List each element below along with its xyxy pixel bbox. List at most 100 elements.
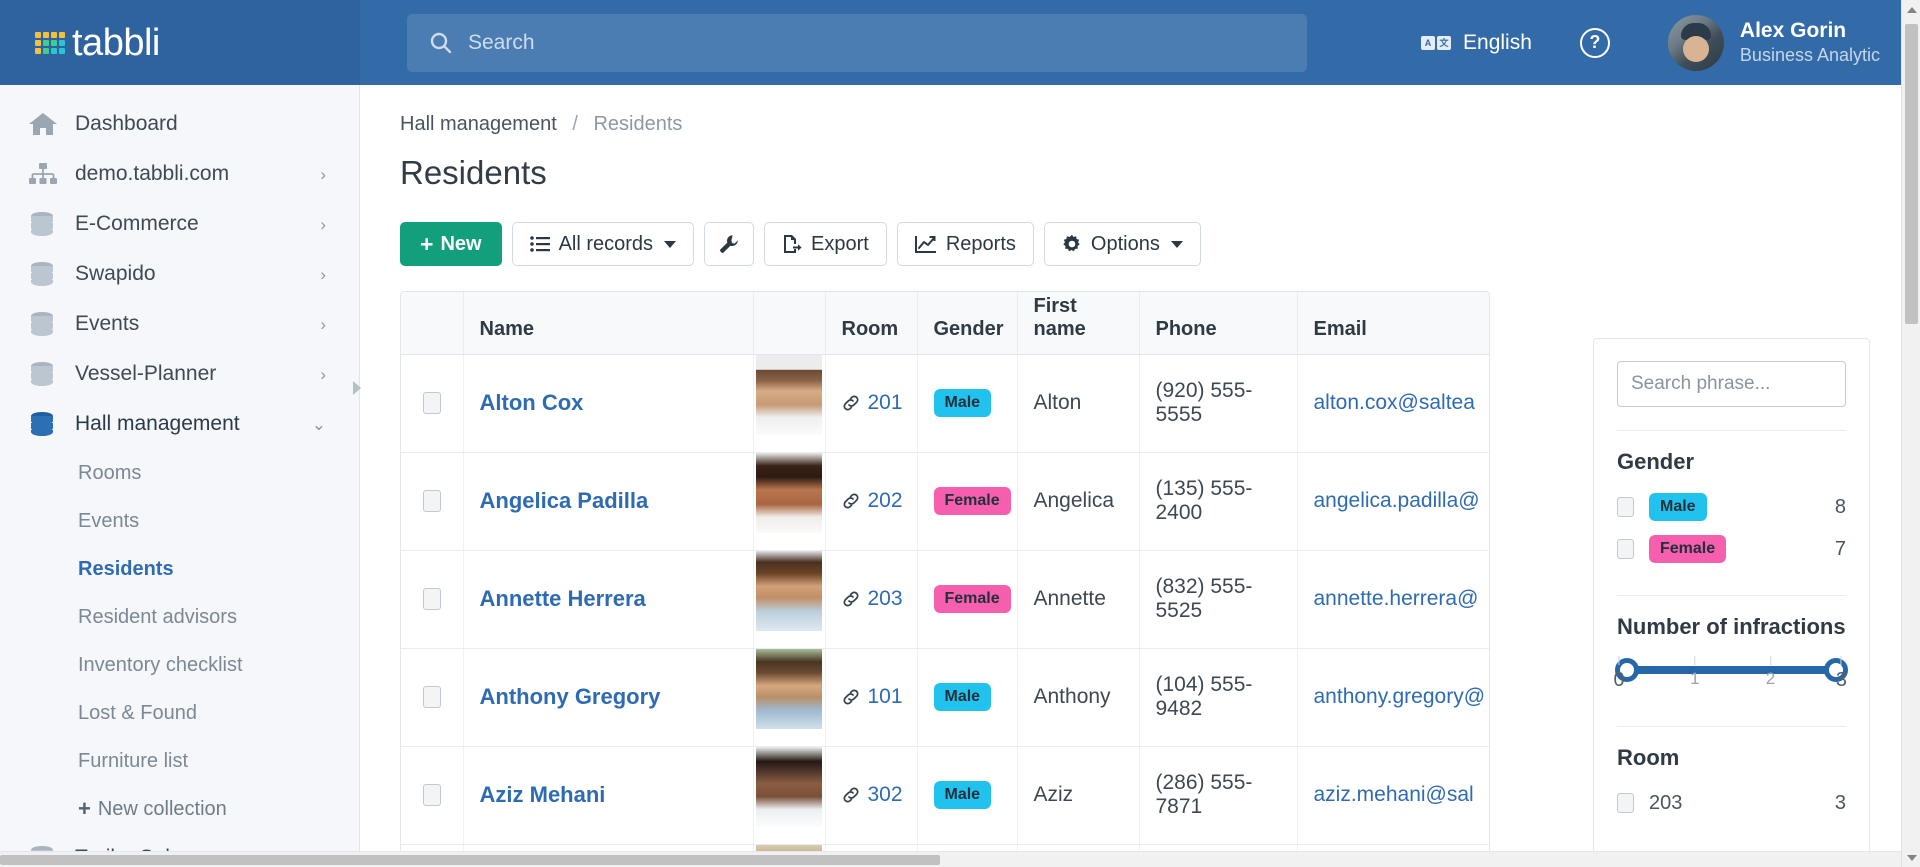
sidebar-item-e-commerce[interactable]: E-Commerce ›: [0, 199, 359, 249]
top-bar: tabbli Search A文 English ? Alex Gorin Bu…: [0, 0, 1920, 85]
email-link[interactable]: aziz.mehani@sal: [1314, 783, 1474, 806]
tabbli-grid-icon: [35, 31, 65, 54]
sidebar-subitem-residents[interactable]: Residents: [0, 545, 359, 593]
user-menu[interactable]: Alex Gorin Business Analytic: [1667, 0, 1920, 85]
table-row[interactable]: Annette Herrera 203 Female Annette (832)…: [401, 550, 1489, 649]
row-checkbox[interactable]: [422, 686, 441, 709]
filter-checkbox[interactable]: [1617, 793, 1634, 813]
row-select-cell[interactable]: [401, 354, 464, 453]
language-selector[interactable]: A文 English: [1421, 31, 1532, 55]
record-link[interactable]: Aziz Mehani: [480, 782, 606, 807]
row-select-cell[interactable]: [401, 746, 464, 845]
email-link[interactable]: angelica.padilla@: [1314, 489, 1480, 512]
sidebar-subitem-inventory-checklist[interactable]: Inventory checklist: [0, 641, 359, 689]
reports-button[interactable]: Reports: [896, 222, 1034, 266]
filter-option-male[interactable]: Male 8: [1617, 489, 1846, 525]
app-root: tabbli Search A文 English ? Alex Gorin Bu…: [0, 0, 1920, 867]
table-row[interactable]: Angelica Padilla 202 Female Angelica (13…: [401, 452, 1489, 551]
filter-checkbox[interactable]: [1617, 539, 1634, 559]
export-button[interactable]: Export: [764, 222, 887, 266]
column-header-first-name[interactable]: First name: [1017, 292, 1140, 355]
sidebar-item-demo-tabbli-com[interactable]: demo.tabbli.com ›: [0, 149, 359, 199]
sidebar-subitem-furniture-list[interactable]: Furniture list: [0, 737, 359, 785]
global-search[interactable]: Search: [407, 13, 1307, 72]
room-link[interactable]: 302: [868, 783, 903, 807]
room-link[interactable]: 202: [868, 489, 903, 513]
record-link[interactable]: Angelica Padilla: [480, 488, 649, 513]
vertical-scrollbar[interactable]: [1901, 0, 1920, 867]
sidebar-item-swapido[interactable]: Swapido ›: [0, 249, 359, 299]
table-row[interactable]: Anthony Gregory 101 Male Anthony (104) 5…: [401, 648, 1489, 747]
email-link[interactable]: annette.herrera@: [1314, 587, 1479, 610]
column-header-gender[interactable]: Gender: [917, 292, 1018, 355]
row-phone-cell: (286) 555-7871: [1139, 746, 1298, 845]
row-room-cell: 101: [825, 648, 918, 747]
sidebar-subitem-rooms[interactable]: Rooms: [0, 449, 359, 497]
column-header-phone[interactable]: Phone: [1139, 292, 1298, 355]
help-icon[interactable]: ?: [1579, 27, 1610, 58]
room-link[interactable]: 201: [868, 391, 903, 415]
records-table: Name Room Gender First name Phone Email: [401, 292, 1489, 867]
row-checkbox[interactable]: [422, 784, 441, 807]
sidebar-item-events[interactable]: Events ›: [0, 299, 359, 349]
gender-badge: Female: [933, 585, 1011, 613]
infractions-range-slider[interactable]: 0 1 2 3: [1613, 656, 1848, 704]
horizontal-scrollbar[interactable]: [0, 851, 1901, 867]
divider: [1617, 595, 1846, 596]
options-button[interactable]: Options: [1043, 222, 1201, 266]
table-row[interactable]: Aziz Mehani 302 Male Aziz (286) 555-7871…: [401, 746, 1489, 845]
row-select-cell[interactable]: [401, 648, 464, 747]
record-link[interactable]: Anthony Gregory: [480, 684, 661, 709]
search-placeholder-text: Search: [468, 30, 535, 54]
row-checkbox[interactable]: [422, 490, 441, 513]
row-photo-cell: [753, 452, 826, 551]
row-gender-cell: Male: [917, 354, 1018, 453]
row-select-cell[interactable]: [401, 452, 464, 551]
sidebar-subitem-lost-and-found[interactable]: Lost & Found: [0, 689, 359, 737]
breadcrumb-parent[interactable]: Hall management: [400, 113, 557, 135]
all-records-button[interactable]: All records: [511, 222, 695, 266]
new-button[interactable]: + New: [400, 222, 502, 266]
sidebar-subitem-resident-advisors[interactable]: Resident advisors: [0, 593, 359, 641]
brand-logo[interactable]: tabbli: [0, 0, 360, 85]
avatar: [1667, 14, 1724, 71]
filter-checkbox[interactable]: [1617, 497, 1634, 517]
sidebar-item-vessel-planner[interactable]: Vessel-Planner ›: [0, 349, 359, 399]
vertical-scroll-thumb[interactable]: [1905, 24, 1918, 324]
row-checkbox[interactable]: [422, 588, 441, 611]
person-photo: [756, 746, 822, 827]
body-area: Dashboard demo.tabbli.com › E-Commerce ›…: [0, 85, 1920, 867]
scroll-up-button[interactable]: [1902, 0, 1920, 19]
column-header-email[interactable]: Email: [1297, 292, 1489, 355]
search-box[interactable]: Search: [407, 13, 1307, 72]
sidebar-subitem-events[interactable]: Events: [0, 497, 359, 545]
record-link[interactable]: Annette Herrera: [480, 586, 646, 611]
database-icon: [28, 311, 62, 337]
row-select-cell[interactable]: [401, 550, 464, 649]
email-link[interactable]: anthony.gregory@: [1314, 685, 1486, 708]
room-link[interactable]: 101: [868, 685, 903, 709]
sidebar-collapse-handle[interactable]: [353, 381, 361, 395]
row-first-name-cell: Annette: [1017, 550, 1140, 649]
row-checkbox[interactable]: [422, 392, 441, 415]
table-head: Name Room Gender First name Phone Email: [401, 292, 1489, 355]
table-row[interactable]: Alton Cox 201 Male Alton (920) 555-5555 …: [401, 354, 1489, 453]
sidebar-item-label: Events: [75, 312, 140, 335]
room-link[interactable]: 203: [868, 587, 903, 611]
tools-button[interactable]: [704, 222, 755, 266]
row-room-cell: 203: [825, 550, 918, 649]
record-link[interactable]: Alton Cox: [480, 390, 584, 415]
sidebar-item-hall-management[interactable]: Hall management ⌄: [0, 399, 359, 449]
column-header-room[interactable]: Room: [825, 292, 918, 355]
language-label: English: [1463, 30, 1532, 54]
email-link[interactable]: alton.cox@saltea: [1314, 391, 1475, 414]
horizontal-scroll-thumb[interactable]: [0, 855, 940, 865]
row-room-cell: 201: [825, 354, 918, 453]
filter-option-female[interactable]: Female 7: [1617, 531, 1846, 567]
filter-search-input[interactable]: [1617, 361, 1846, 407]
sidebar-new-collection-button[interactable]: + New collection: [0, 785, 359, 833]
scroll-down-button[interactable]: [1902, 848, 1920, 867]
filter-option-room-203[interactable]: 203 3: [1617, 785, 1846, 821]
sidebar-item-dashboard[interactable]: Dashboard: [0, 99, 359, 149]
column-header-name[interactable]: Name: [463, 292, 754, 355]
